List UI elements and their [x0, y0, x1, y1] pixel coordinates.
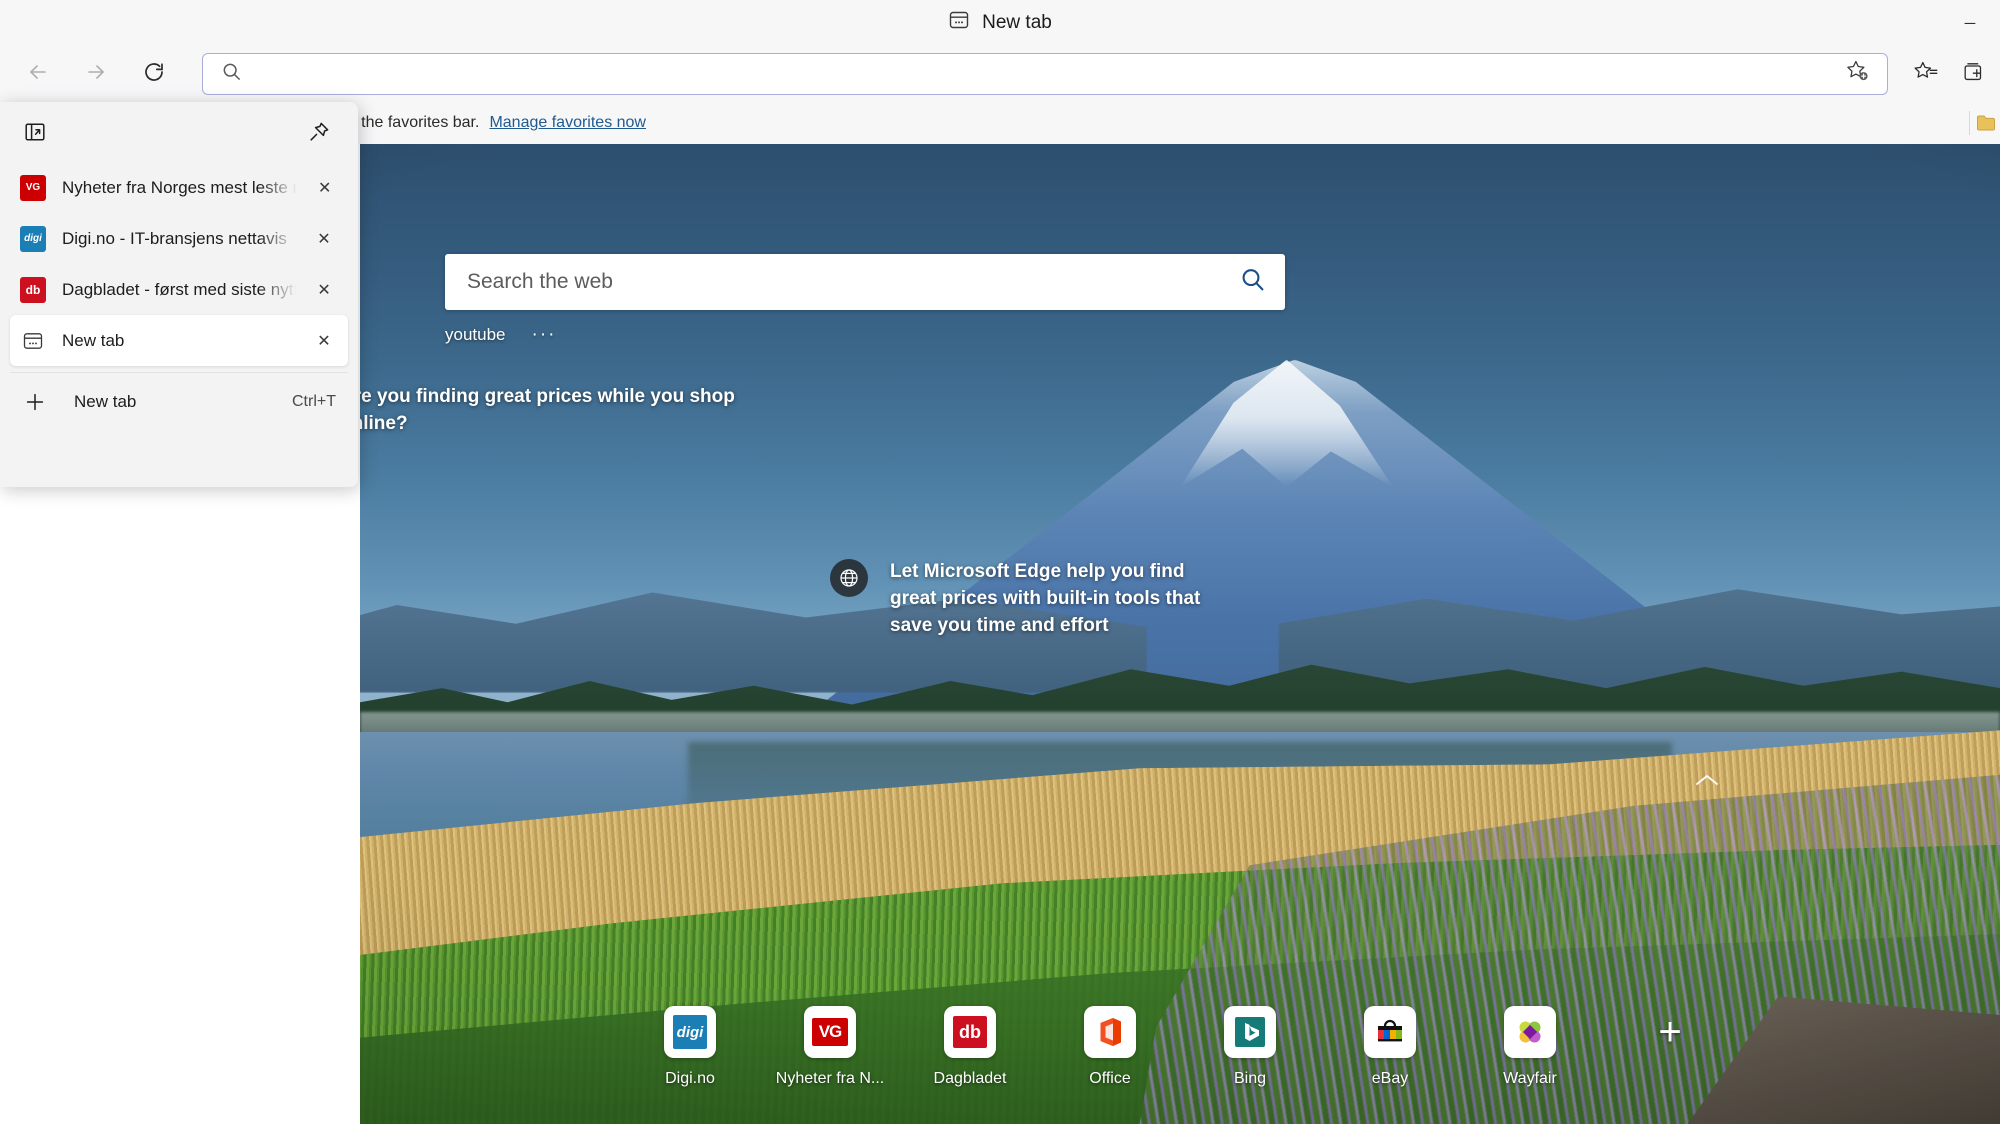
vertical-tabs-flyout: VG Nyheter fra Norges mest leste ne ✕ di… — [0, 102, 358, 487]
tile-label: Digi.no — [665, 1070, 715, 1087]
digi-favicon-mark: digi — [20, 225, 46, 252]
new-tab-page-icon — [948, 9, 970, 37]
minimize-button[interactable]: ─ — [1946, 0, 1994, 46]
forward-arrow-icon — [84, 60, 108, 89]
flyout-new-tab-action[interactable]: New tab Ctrl+T — [0, 373, 358, 431]
add-shortcut-tile[interactable]: + — [1628, 1006, 1712, 1058]
flyout-tab-new-tab[interactable]: New tab ✕ — [10, 315, 348, 366]
address-bar[interactable] — [202, 53, 1888, 95]
back-button[interactable] — [14, 50, 62, 98]
close-icon[interactable]: ✕ — [312, 278, 336, 302]
dagbladet-favicon-mark: db — [20, 276, 46, 303]
tile-digi[interactable]: digi Digi.no — [648, 1006, 732, 1088]
flyout-new-tab-label: New tab — [74, 392, 137, 411]
digi-logo: digi — [664, 1006, 716, 1058]
search-suggestion-row: youtube ··· — [445, 324, 556, 346]
refresh-button[interactable] — [130, 50, 178, 98]
toolbar-actions — [1902, 50, 2000, 98]
expand-tab-pane-icon[interactable] — [18, 115, 52, 149]
back-arrow-icon — [26, 60, 50, 89]
tile-label: eBay — [1371, 1070, 1409, 1087]
flyout-tab-digi[interactable]: digi Digi.no - IT-bransjens nettavis ✕ — [10, 213, 348, 264]
promo-callout-1[interactable]: Are you finding great prices while you s… — [360, 384, 740, 438]
suggestion-more-icon[interactable]: ··· — [532, 324, 557, 346]
tile-label: Nyheter fra N... — [775, 1070, 885, 1087]
flyout-header — [0, 102, 358, 162]
tile-label: Bing — [1233, 1070, 1267, 1087]
favorites-bar-divider — [1969, 111, 1970, 135]
vg-favicon-mark: VG — [20, 174, 46, 201]
new-tab-page-icon — [20, 328, 46, 354]
vg-logo-mark: VG — [812, 1018, 848, 1046]
star-plus-icon — [1845, 59, 1870, 89]
title-bar: New tab ─ — [0, 0, 2000, 46]
office-logo — [1084, 1006, 1136, 1058]
flyout-new-tab-shortcut: Ctrl+T — [292, 393, 336, 410]
web-search-input[interactable]: Search the web — [467, 270, 1237, 294]
close-icon[interactable]: ✕ — [313, 176, 336, 200]
tile-label: Wayfair — [1503, 1070, 1557, 1087]
tile-bing[interactable]: Bing — [1208, 1006, 1292, 1088]
favorites-button[interactable] — [1902, 50, 1950, 98]
office-logo-mark — [1100, 1018, 1121, 1046]
digi-logo-mark: digi — [673, 1015, 707, 1049]
ebay-logo-mark — [1378, 1019, 1402, 1042]
tile-label: Office — [1089, 1070, 1131, 1087]
vg-logo: VG — [804, 1006, 856, 1058]
dagbladet-logo: db — [944, 1006, 996, 1058]
search-icon[interactable] — [1237, 264, 1269, 301]
pin-icon[interactable] — [302, 115, 336, 149]
browser-window: New tab ─ s here on the favorites bar. M… — [0, 0, 2000, 1124]
tile-office[interactable]: Office — [1068, 1006, 1152, 1088]
close-icon[interactable]: ✕ — [312, 329, 336, 353]
plus-icon — [18, 385, 52, 419]
tab-title: New tab — [982, 12, 1052, 33]
flyout-tab-title: Nyheter fra Norges mest leste ne — [62, 177, 298, 197]
ebay-logo — [1364, 1006, 1416, 1058]
shortcut-tiles: digi Digi.no VG Nyheter fra N... db Dagb… — [360, 1006, 2000, 1088]
new-tab-page: Search the web youtube ··· Are you findi… — [360, 144, 2000, 1124]
chevron-up-icon[interactable] — [1694, 768, 1720, 794]
vg-logo: VG — [20, 174, 46, 201]
bing-logo — [1224, 1006, 1276, 1058]
add-favorite-button[interactable] — [1837, 54, 1877, 94]
flyout-tab-title: New tab — [62, 330, 125, 350]
web-search-box[interactable]: Search the web — [445, 254, 1285, 310]
digi-logo: digi — [20, 225, 46, 252]
tile-wayfair[interactable]: Wayfair — [1488, 1006, 1572, 1088]
dagbladet-logo-mark: db — [953, 1016, 987, 1048]
flyout-tab-list: VG Nyheter fra Norges mest leste ne ✕ di… — [0, 162, 358, 366]
search-icon — [221, 61, 242, 87]
navigation-buttons — [0, 50, 178, 98]
refresh-icon — [142, 60, 166, 89]
manage-favorites-link[interactable]: Manage favorites now — [489, 114, 646, 132]
flyout-tab-title: Digi.no - IT-bransjens nettavis — [62, 228, 287, 248]
suggestion-youtube[interactable]: youtube — [445, 325, 506, 345]
browser-toolbar — [0, 46, 2000, 102]
globe-icon — [830, 559, 868, 597]
wayfair-logo-mark — [1519, 1021, 1541, 1043]
flyout-tab-vg[interactable]: VG Nyheter fra Norges mest leste ne ✕ — [10, 162, 348, 213]
flyout-tab-dagbladet[interactable]: db Dagbladet - først med siste nytt ✕ — [10, 264, 348, 315]
promo-text-1: Are you finding great prices while you s… — [360, 386, 735, 434]
flyout-tab-title: Dagbladet - først med siste nytt — [62, 279, 297, 299]
promo-callout-2[interactable]: Let Microsoft Edge help you find great p… — [830, 559, 1230, 640]
star-lines-icon — [1913, 59, 1939, 90]
collections-button[interactable] — [1950, 50, 1998, 98]
folder-icon[interactable] — [1974, 110, 2000, 136]
tile-label: Dagbladet — [933, 1070, 1007, 1087]
window-controls: ─ — [1946, 0, 1994, 46]
tile-ebay[interactable]: eBay — [1348, 1006, 1432, 1088]
bing-logo-mark — [1235, 1017, 1265, 1047]
browser-tab-new-tab[interactable]: New tab — [948, 9, 1052, 37]
promo-text-2: Let Microsoft Edge help you find great p… — [890, 561, 1201, 636]
tile-vg[interactable]: VG Nyheter fra N... — [776, 1006, 884, 1088]
collections-plus-icon — [1961, 59, 1987, 90]
plus-icon[interactable]: + — [1644, 1006, 1696, 1058]
close-icon[interactable]: ✕ — [312, 227, 336, 251]
dagbladet-logo: db — [20, 276, 46, 303]
forward-button[interactable] — [72, 50, 120, 98]
tile-dagbladet[interactable]: db Dagbladet — [928, 1006, 1012, 1088]
wayfair-logo — [1504, 1006, 1556, 1058]
